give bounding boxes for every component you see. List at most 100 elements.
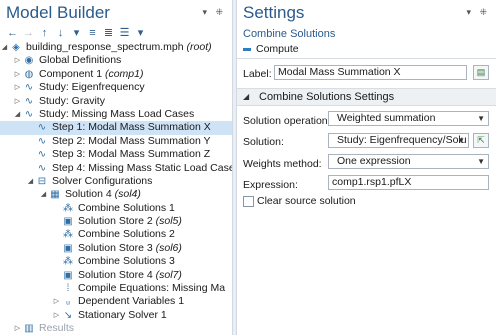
expression-input[interactable]: comp1.rsp1.pfLX: [328, 175, 489, 190]
solution-select[interactable]: Study: Eigenfrequency/Solu ▼: [328, 133, 469, 148]
label-input[interactable]: Modal Mass Summation X: [274, 65, 467, 80]
expanded-arrow-icon[interactable]: ◢: [39, 190, 48, 198]
arrow-up-icon[interactable]: ↑: [38, 27, 51, 40]
compile-equations-icon: ⁞: [66, 283, 70, 295]
tree-node-text: Step 2: Modal Mass Summation Y: [52, 134, 211, 147]
collapsed-arrow-icon[interactable]: ▷: [13, 70, 22, 78]
tree-node[interactable]: ▷ ◍ Component 1 (comp1): [0, 68, 232, 81]
tree-node-text: Combine Solutions 1: [78, 201, 175, 214]
tree-node-tag: (root): [186, 41, 212, 53]
tree-node[interactable]: ⁂ Combine Solutions 3: [0, 255, 232, 268]
tree-node-text: building_response_spectrum.mph: [26, 41, 184, 53]
tree-node-text: Results: [39, 322, 75, 335]
tree-node-text: Component 1: [39, 67, 103, 80]
tree-node[interactable]: ▣ Solution Store 2 (sol5): [0, 215, 232, 228]
expand-icon[interactable]: ≡: [86, 27, 99, 40]
settings-title: Settings: [243, 3, 305, 22]
tree-node[interactable]: ∿ Step 1: Modal Mass Summation X: [0, 121, 232, 135]
tree-node-text: Stationary Solver 1: [78, 308, 167, 321]
pane-menu-icon[interactable]: ▾ ⁜: [466, 7, 490, 18]
arrow-down-icon[interactable]: ↓: [54, 27, 67, 40]
arrow-left-icon[interactable]: ←: [6, 27, 19, 40]
tree-node-label: Step 1: Modal Mass Summation X: [52, 121, 211, 134]
tree-node[interactable]: ▷ ∿ Study: Eigenfrequency: [0, 81, 232, 94]
collapsed-arrow-icon[interactable]: ▷: [52, 297, 61, 305]
weights-method-value: One expression: [337, 155, 411, 167]
model-builder-pane: Model Builder ▾ ⁜ ← → ↑ ↓ ▾ ≡ ≣ ☰ ▾ ◢ ◈ building_r…: [0, 0, 232, 335]
tree-node-label: Combine Solutions 1: [78, 202, 175, 215]
tree-node[interactable]: ▷ ▥ Results: [0, 322, 232, 335]
collapsed-arrow-icon[interactable]: ▷: [52, 311, 61, 319]
tree-node[interactable]: ▣ Solution Store 4 (sol7): [0, 269, 232, 282]
tree-node[interactable]: ⁞ Compile Equations: Missing Ma: [0, 282, 232, 295]
tree-node[interactable]: ◢ ◈ building_response_spectrum.mph (root): [0, 41, 232, 54]
tree-node-label: Step 2: Modal Mass Summation Y: [52, 135, 211, 148]
label-edit-button[interactable]: ▤: [473, 65, 489, 80]
expanded-arrow-icon[interactable]: ◢: [26, 177, 35, 185]
tree-node[interactable]: ⁂ Combine Solutions 2: [0, 228, 232, 241]
tree-node-text: Step 1: Modal Mass Summation X: [52, 121, 211, 134]
collapsed-arrow-icon[interactable]: ▷: [13, 324, 22, 332]
expanded-arrow-icon[interactable]: ◢: [0, 43, 9, 51]
arrow-right-icon[interactable]: →: [22, 27, 35, 40]
tree-node[interactable]: ∿ Step 3: Modal Mass Summation Z: [0, 148, 232, 161]
tree-node-tag: (sol4): [114, 188, 141, 201]
study-icon: ∿: [24, 108, 34, 120]
tree-node[interactable]: ∿ Step 4: Missing Mass Static Load Cases: [0, 162, 232, 175]
tree-node[interactable]: ▷ ᵤ Dependent Variables 1: [0, 295, 232, 308]
tree-node[interactable]: ◢ ∿ Study: Missing Mass Load Cases: [0, 108, 232, 121]
step-icon: ∿: [37, 135, 47, 147]
tree-node-label: Solver Configurations: [52, 175, 152, 188]
solution-store-icon: ▣: [63, 269, 73, 281]
compute-button[interactable]: Compute: [243, 43, 299, 55]
divider: [237, 58, 496, 59]
collapsed-arrow-icon[interactable]: ▷: [13, 97, 22, 105]
tree-node-text: Study: Missing Mass Load Cases: [39, 107, 195, 120]
model-tree: ◢ ◈ building_response_spectrum.mph (root) ▷…: [0, 41, 232, 335]
tree-node-label: Dependent Variables 1: [78, 295, 184, 308]
chevron-down-icon: ▼: [457, 136, 465, 145]
collapsed-arrow-icon[interactable]: ▷: [13, 83, 22, 91]
tree-node-label: Solution Store 2 (sol5): [78, 215, 182, 228]
tree-node[interactable]: ◢ ⊟ Solver Configurations: [0, 175, 232, 188]
go-to-source-button[interactable]: ⇱: [473, 133, 489, 148]
collapsed-arrow-icon[interactable]: ▷: [13, 56, 22, 64]
tree-node-text: Dependent Variables 1: [78, 295, 185, 308]
sort-icon[interactable]: ☰: [118, 27, 131, 40]
component-icon: ◍: [24, 68, 34, 80]
show-icon[interactable]: ▾: [70, 27, 83, 40]
clear-source-checkbox[interactable]: [243, 196, 254, 207]
tree-node-label: Study: Missing Mass Load Cases: [39, 108, 194, 121]
expanded-arrow-icon[interactable]: ◢: [13, 110, 22, 118]
tree-node[interactable]: ▷ ◉ Global Definitions: [0, 54, 232, 67]
study-icon: ∿: [24, 95, 34, 107]
tree-node[interactable]: ⁂ Combine Solutions 1: [0, 202, 232, 215]
section-collapse-icon[interactable]: ◢: [243, 92, 249, 101]
tree-node[interactable]: ▷ ↘ Stationary Solver 1: [0, 309, 232, 322]
more-icon[interactable]: ▾: [134, 27, 147, 40]
solution-icon: ▦: [50, 189, 60, 201]
solution-operation-value: Weighted summation: [337, 112, 436, 124]
go-to-source-icon: ⇱: [477, 135, 485, 145]
tree-node[interactable]: ∿ Step 2: Modal Mass Summation Y: [0, 135, 232, 148]
tree-node-label: Solution Store 4 (sol7): [78, 269, 182, 282]
tree-node[interactable]: ◢ ▦ Solution 4 (sol4): [0, 188, 232, 201]
clear-source-label: Clear source solution: [257, 195, 356, 207]
tree-node[interactable]: ▣ Solution Store 3 (sol6): [0, 242, 232, 255]
tree-node-text: Combine Solutions 2: [78, 228, 175, 241]
compute-icon: [243, 47, 251, 51]
tree-node-text: Solution 4: [65, 188, 112, 201]
weights-method-label: Weights method:: [243, 158, 322, 170]
tree-node-label: Step 4: Missing Mass Static Load Cases: [52, 162, 232, 175]
tree-node[interactable]: ▷ ∿ Study: Gravity: [0, 95, 232, 108]
pane-menu-icon[interactable]: ▾ ⁜: [202, 7, 226, 18]
tree-node-label: Combine Solutions 3: [78, 255, 175, 268]
weights-method-select[interactable]: One expression ▼: [328, 154, 489, 169]
solution-operation-select[interactable]: Weighted summation ▼: [328, 111, 489, 126]
expression-label: Expression:: [243, 179, 298, 191]
model-builder-header: Model Builder ▾ ⁜: [0, 0, 232, 27]
combine-solutions-settings-section[interactable]: ◢ Combine Solutions Settings: [237, 88, 496, 106]
tree-node-text: Global Definitions: [39, 54, 122, 67]
collapse-icon[interactable]: ≣: [102, 27, 115, 40]
solution-operation-label: Solution operation:: [243, 115, 331, 127]
